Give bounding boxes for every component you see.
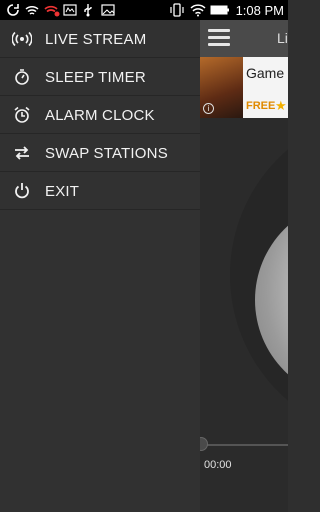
battery-icon (210, 3, 230, 17)
menu-label-exit: EXIT (45, 183, 80, 200)
menu-label-sleep-timer: SLEEP TIMER (45, 69, 146, 86)
navigation-drawer: LIVE STREAM SLEEP TIMER ALARM CLOCK SWAP… (0, 20, 200, 512)
seek-bar[interactable] (200, 444, 288, 446)
menu-item-swap-stations[interactable]: SWAP STATIONS (0, 134, 200, 172)
ad-free-badge: FREE (246, 100, 276, 112)
menu-label-live-stream: LIVE STREAM (45, 31, 147, 48)
menu-label-swap-stations: SWAP STATIONS (45, 145, 168, 162)
menu-item-live-stream[interactable]: LIVE STREAM (0, 20, 200, 58)
app-toolbar: Li (200, 20, 288, 57)
info-icon[interactable]: i (203, 103, 214, 114)
status-bar: 1:08 PM (0, 0, 288, 20)
power-icon (12, 182, 32, 200)
hamburger-menu-icon[interactable] (208, 29, 230, 47)
wifi-icon (25, 3, 39, 17)
vibrate-icon (169, 3, 184, 17)
wifi-signal-icon (190, 3, 206, 17)
menu-label-alarm-clock: ALARM CLOCK (45, 107, 155, 124)
ad-banner[interactable]: i Game o FREE ★ (200, 57, 288, 118)
ad-title: Game o (246, 65, 288, 81)
signal-error-icon (44, 3, 60, 17)
menu-item-alarm-clock[interactable]: ALARM CLOCK (0, 96, 200, 134)
picture-icon (101, 3, 115, 17)
alarm-clock-icon (12, 106, 32, 124)
sync-icon (6, 3, 20, 17)
seek-knob[interactable] (200, 437, 208, 451)
broadcast-icon (12, 30, 32, 48)
app-title: Li (277, 30, 288, 46)
menu-item-sleep-timer[interactable]: SLEEP TIMER (0, 58, 200, 96)
status-time: 1:08 PM (235, 2, 284, 18)
elapsed-time: 00:00 (204, 459, 232, 471)
usb-icon (82, 3, 96, 17)
menu-item-exit[interactable]: EXIT (0, 172, 200, 210)
star-icon: ★ (275, 98, 287, 113)
timer-icon (12, 68, 32, 86)
swap-icon (12, 144, 32, 162)
app-icon (63, 3, 77, 17)
radio-player-screen: Li i Game o FREE ★ 00:00 (200, 20, 288, 512)
